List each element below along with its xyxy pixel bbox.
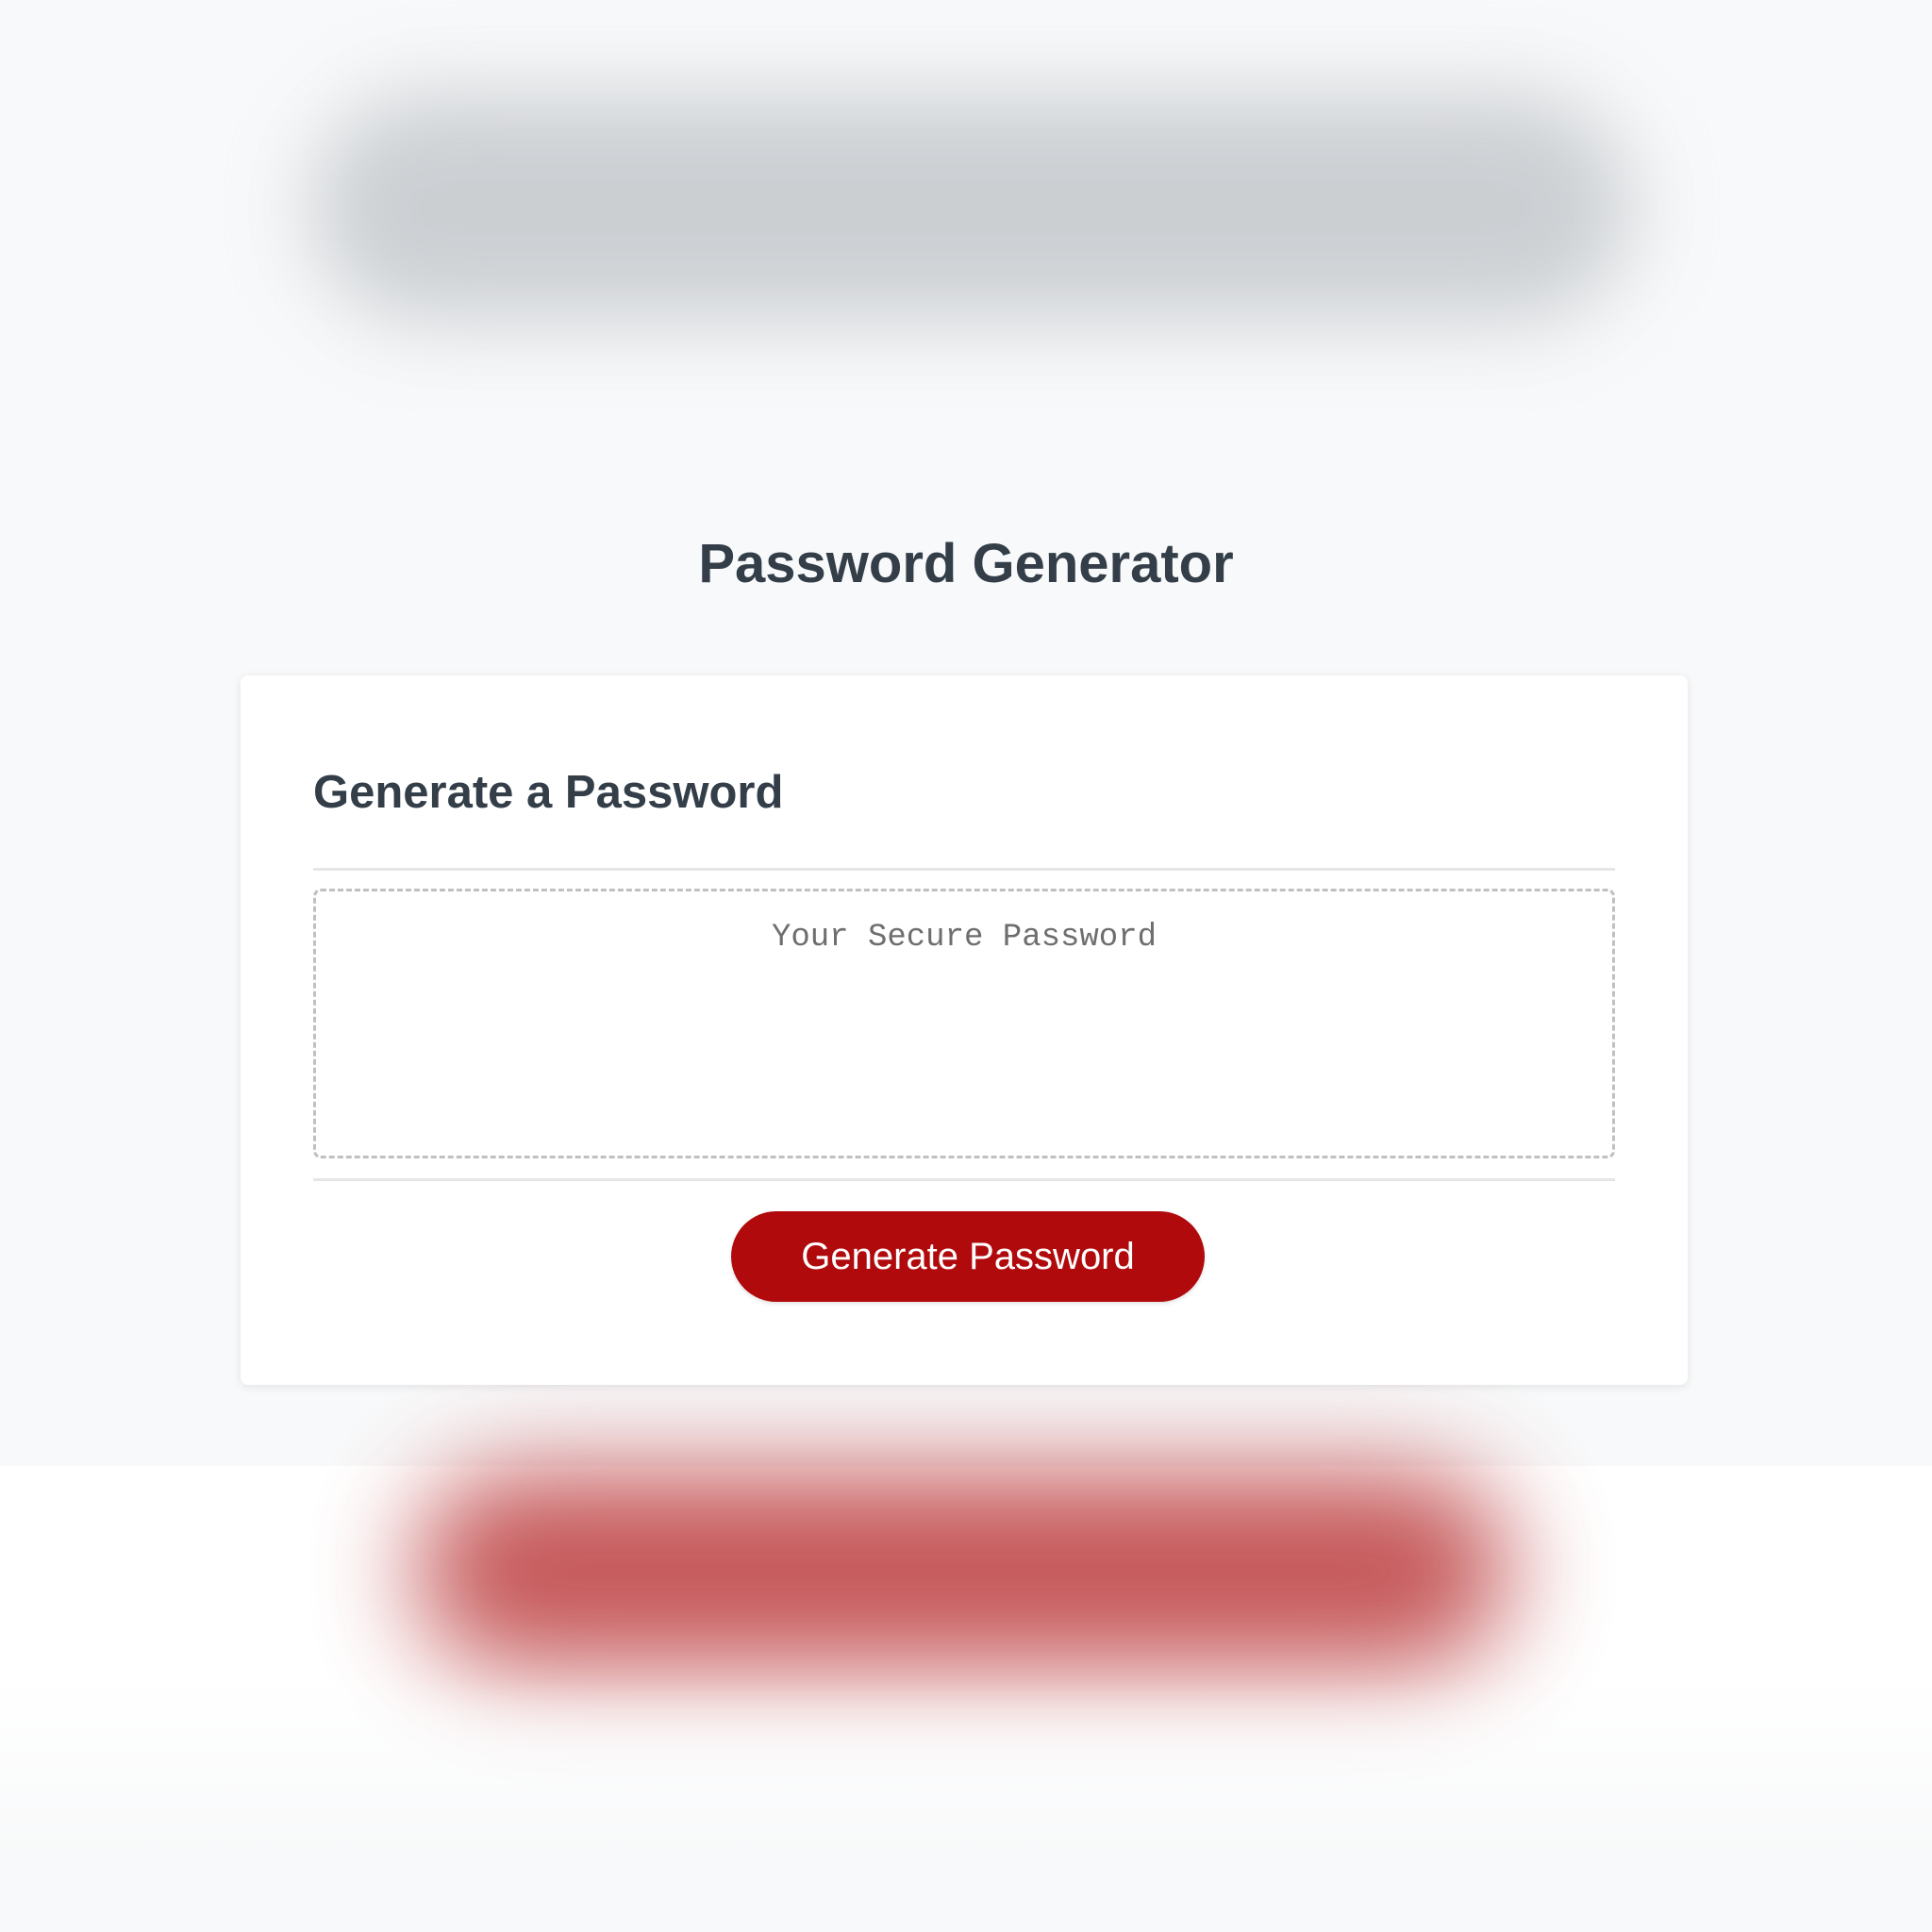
- card-title: Generate a Password: [313, 767, 784, 818]
- page: Password Generator Generate a Password G…: [0, 0, 1932, 1932]
- password-output[interactable]: [313, 889, 1615, 1158]
- card-divider-top: [313, 868, 1615, 871]
- page-title: Password Generator: [698, 533, 1234, 594]
- blurred-header-band: [311, 94, 1632, 321]
- blurred-red-banner: [415, 1472, 1509, 1670]
- card-divider-bottom: [313, 1178, 1615, 1181]
- generate-password-button[interactable]: Generate Password: [731, 1211, 1205, 1302]
- bottom-fade: [0, 1679, 1932, 1932]
- generator-card: Generate a Password Generate Password: [241, 675, 1688, 1385]
